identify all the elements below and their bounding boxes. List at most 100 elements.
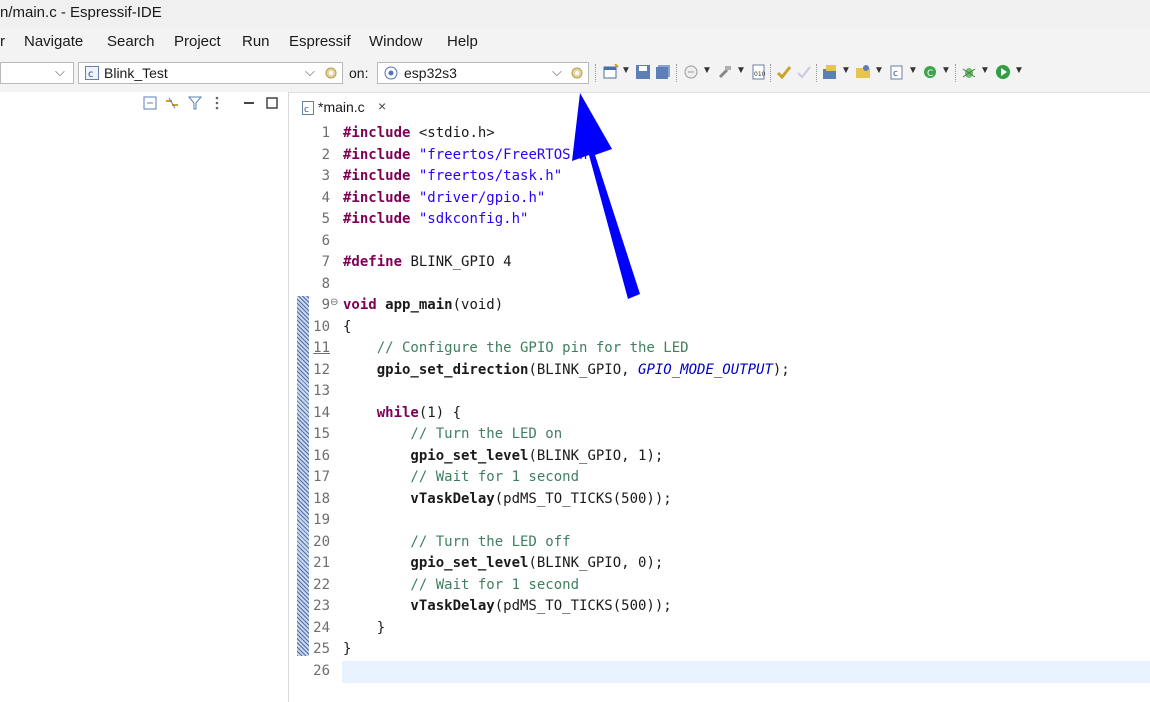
- code-keyword: #define: [343, 254, 403, 270]
- menu-navigate[interactable]: Navigate: [24, 33, 83, 50]
- launch-target-gear-icon[interactable]: [569, 65, 585, 84]
- line-number: 15: [313, 426, 330, 442]
- code-line: #include <stdio.h>: [343, 125, 495, 141]
- menu-item-truncated[interactable]: r: [0, 33, 5, 50]
- window-title: n/main.c - Espressif-IDE: [0, 4, 162, 21]
- run-icon[interactable]: [995, 64, 1011, 80]
- tab-main-c[interactable]: c *main.c ×: [296, 94, 396, 120]
- dropdown-arrow-icon[interactable]: ▼: [1014, 65, 1024, 76]
- line-number: 1: [321, 125, 330, 141]
- code-line: // Configure the GPIO pin for the LED: [343, 340, 689, 356]
- launch-target-combo[interactable]: esp32s3 ⌵: [377, 62, 589, 84]
- chevron-down-icon[interactable]: ⌵: [55, 64, 65, 80]
- dropdown-arrow-icon[interactable]: ▼: [621, 65, 631, 76]
- code-line: {: [343, 319, 351, 335]
- launch-mode-combo[interactable]: ⌵: [0, 62, 74, 84]
- code-line: gpio_set_direction(BLINK_GPIO, GPIO_MODE…: [343, 362, 790, 378]
- launch-config-combo[interactable]: c Blink_Test ⌵: [78, 62, 343, 84]
- check-icon[interactable]: [776, 64, 792, 80]
- code-text: }: [343, 641, 352, 657]
- code-line: #define BLINK_GPIO 4: [343, 254, 512, 270]
- code-text: (BLINK_GPIO,: [528, 362, 639, 378]
- line-number: 2: [321, 147, 330, 163]
- code-line: #include "sdkconfig.h": [343, 211, 528, 227]
- line-number: 4: [321, 190, 330, 206]
- menu-window[interactable]: Window: [369, 33, 422, 50]
- code-keyword: #include: [343, 125, 411, 141]
- code-string: "driver/gpio.h": [410, 190, 546, 206]
- binary-icon[interactable]: 010: [751, 64, 767, 80]
- save-icon[interactable]: [635, 64, 651, 80]
- menu-espressif[interactable]: Espressif: [289, 33, 351, 50]
- line-number: 8: [321, 276, 330, 292]
- menu-bar: [0, 28, 1150, 56]
- fold-collapse-icon[interactable]: ⊖: [330, 297, 338, 308]
- line-number: 5: [321, 211, 330, 227]
- code-comment: // Turn the LED on: [343, 426, 563, 442]
- dropdown-arrow-icon[interactable]: ▼: [841, 65, 851, 76]
- menu-run[interactable]: Run: [242, 33, 270, 50]
- chevron-down-icon[interactable]: ⌵: [305, 64, 315, 80]
- new-icon[interactable]: [603, 63, 619, 80]
- toolbar-separator: [676, 64, 678, 82]
- annotation-arrow-shape: [572, 93, 640, 299]
- code-keyword: void: [343, 297, 377, 313]
- code-line: vTaskDelay(pdMS_TO_TICKS(500));: [343, 491, 672, 507]
- code-text: );: [772, 362, 790, 378]
- toolbar-separator: [816, 64, 818, 82]
- new-c-file-icon[interactable]: c: [889, 64, 905, 80]
- line-number: 24: [313, 620, 330, 636]
- line-number: 18: [313, 491, 330, 507]
- code-text: (pdMS_TO_TICKS(500));: [494, 491, 672, 507]
- launch-config-label: Blink_Test: [104, 65, 168, 81]
- dropdown-arrow-icon[interactable]: ▼: [908, 65, 918, 76]
- code-keyword: #include: [343, 190, 411, 206]
- view-menu-icon[interactable]: [210, 96, 224, 110]
- new-folder-icon[interactable]: [855, 64, 871, 80]
- link-with-editor-icon[interactable]: [165, 96, 179, 110]
- collapse-all-icon[interactable]: [143, 96, 157, 110]
- line-number: 23: [313, 598, 330, 614]
- code-text: (BLINK_GPIO, 1);: [528, 448, 664, 464]
- menu-project[interactable]: Project: [174, 33, 221, 50]
- code-line: }: [343, 620, 385, 636]
- toolbar-separator: [770, 64, 772, 82]
- dropdown-arrow-icon[interactable]: ▼: [941, 65, 951, 76]
- dropdown-arrow-icon[interactable]: ▼: [736, 65, 746, 76]
- dropdown-arrow-icon[interactable]: ▼: [702, 65, 712, 76]
- code-line: // Turn the LED off: [343, 534, 570, 550]
- code-keyword: #include: [343, 211, 411, 227]
- line-number: 6: [321, 233, 330, 249]
- check-disabled-icon[interactable]: [796, 64, 812, 80]
- line-number: 22: [313, 577, 330, 593]
- menu-help[interactable]: Help: [447, 33, 478, 50]
- minimize-icon[interactable]: [242, 96, 256, 110]
- code-text: (1) {: [418, 405, 462, 421]
- code-text: BLINK_GPIO 4: [402, 254, 512, 270]
- line-number: 13: [313, 383, 330, 399]
- launch-config-gear-icon[interactable]: [323, 65, 339, 84]
- close-icon[interactable]: ×: [378, 98, 386, 114]
- code-string: "freertos/task.h": [410, 168, 563, 184]
- filter-icon[interactable]: [187, 96, 203, 110]
- project-explorer-panel: [0, 92, 289, 702]
- chevron-down-icon[interactable]: ⌵: [552, 64, 562, 80]
- code-line: // Turn the LED on: [343, 426, 562, 442]
- new-class-icon[interactable]: C: [922, 64, 938, 80]
- toolbar-separator: [955, 64, 957, 82]
- debug-icon[interactable]: [961, 64, 977, 80]
- save-all-icon[interactable]: [655, 64, 671, 80]
- maximize-icon[interactable]: [265, 96, 279, 110]
- svg-text:c: c: [88, 69, 94, 80]
- new-project-icon[interactable]: [822, 64, 838, 80]
- build-target-icon[interactable]: [683, 64, 699, 80]
- dropdown-arrow-icon[interactable]: ▼: [980, 65, 990, 76]
- code-keyword: #include: [343, 147, 411, 163]
- hammer-build-icon[interactable]: [717, 64, 733, 80]
- code-text: <stdio.h>: [410, 125, 495, 141]
- line-number: 3: [321, 168, 330, 184]
- menu-search[interactable]: Search: [107, 33, 155, 50]
- line-number: 20: [313, 534, 330, 550]
- dropdown-arrow-icon[interactable]: ▼: [874, 65, 884, 76]
- c-file-icon: c: [302, 101, 314, 118]
